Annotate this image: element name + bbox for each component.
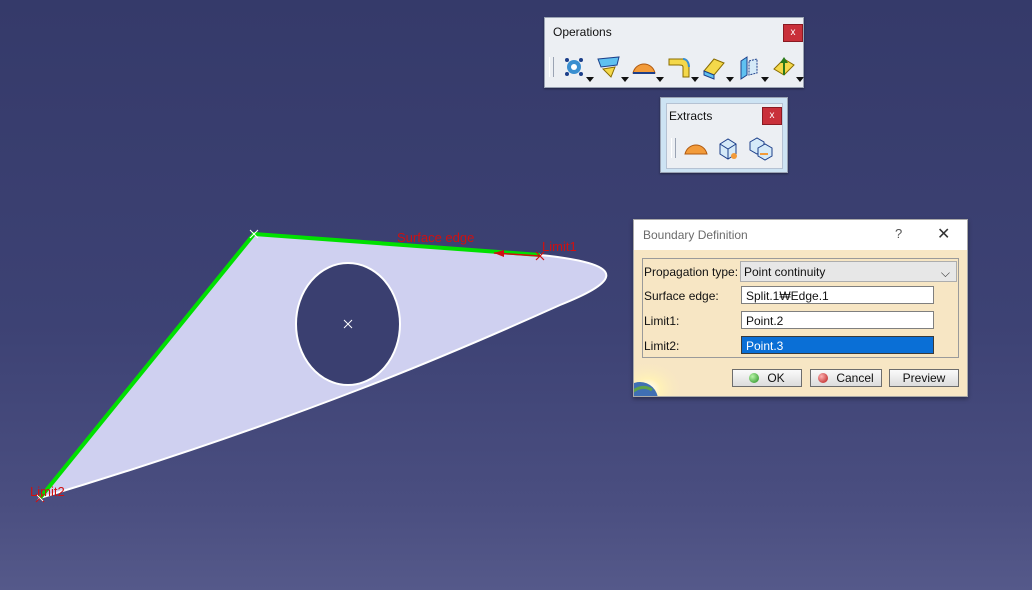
close-button[interactable]: ✕ <box>937 224 950 244</box>
chevron-down-icon: ⌵ <box>940 266 950 280</box>
earth-logo <box>634 360 680 396</box>
extract-icon[interactable] <box>714 134 742 162</box>
limit2-label: Limit2: <box>644 339 680 353</box>
boundary-definition-dialog[interactable]: Boundary Definition ? ✕ Propagation type… <box>633 219 968 397</box>
toolbar-grip[interactable] <box>671 138 676 158</box>
chevron-down-icon[interactable] <box>621 77 629 82</box>
chevron-down-icon[interactable] <box>726 77 734 82</box>
boundary-icon[interactable] <box>682 134 710 162</box>
transform-icon[interactable] <box>700 53 734 82</box>
propagation-type-value: Point continuity <box>744 265 826 279</box>
extrapolate-icon[interactable] <box>735 53 769 82</box>
preview-button[interactable]: Preview <box>889 369 959 387</box>
limit1-field[interactable]: Point.2 <box>741 311 934 329</box>
ok-button-label: OK <box>767 371 785 385</box>
ok-icon <box>749 373 760 383</box>
join-healing-icon[interactable] <box>560 53 594 82</box>
extracts-toolbar-title: Extracts <box>669 109 713 123</box>
cancel-button[interactable]: Cancel <box>810 369 882 387</box>
extracts-toolbar[interactable]: Extracts x <box>660 97 788 173</box>
trim-split-icon[interactable] <box>595 53 629 82</box>
extracts-toolbar-close-button[interactable]: x <box>762 107 782 125</box>
limit1-label: Limit1 <box>542 239 577 254</box>
operations-toolbar[interactable]: Operations x <box>544 17 804 88</box>
reverse-direction-icon[interactable] <box>770 53 804 82</box>
extract-boundary-icon[interactable] <box>630 53 664 82</box>
chevron-down-icon[interactable] <box>586 77 594 82</box>
limit1-label: Limit1: <box>644 314 680 328</box>
cancel-button-label: Cancel <box>836 371 874 385</box>
ok-button[interactable]: OK <box>732 369 802 387</box>
limit2-field[interactable]: Point.3 <box>741 336 934 354</box>
chevron-down-icon[interactable] <box>656 77 664 82</box>
chevron-down-icon[interactable] <box>761 77 769 82</box>
surface-edge-field[interactable]: Split.1₩Edge.1 <box>741 286 934 304</box>
fillet-icon[interactable] <box>665 53 699 82</box>
chevron-down-icon[interactable] <box>796 77 804 82</box>
limit2-label: Limit2 <box>30 484 65 499</box>
multiple-extract-icon[interactable] <box>746 134 774 162</box>
dialog-title: Boundary Definition <box>643 228 748 242</box>
toolbar-grip[interactable] <box>549 57 554 77</box>
surface-edge-label: Surface edge: <box>644 289 719 303</box>
cancel-icon <box>818 373 829 383</box>
propagation-type-select[interactable]: Point continuity ⌵ <box>740 261 957 282</box>
help-button[interactable]: ? <box>895 226 902 241</box>
chevron-down-icon[interactable] <box>691 77 699 82</box>
operations-toolbar-close-button[interactable]: x <box>783 24 803 42</box>
propagation-type-label: Propagation type: <box>644 265 739 279</box>
surface-edge-label: Surface edge <box>397 230 474 245</box>
operations-toolbar-title: Operations <box>553 25 612 39</box>
